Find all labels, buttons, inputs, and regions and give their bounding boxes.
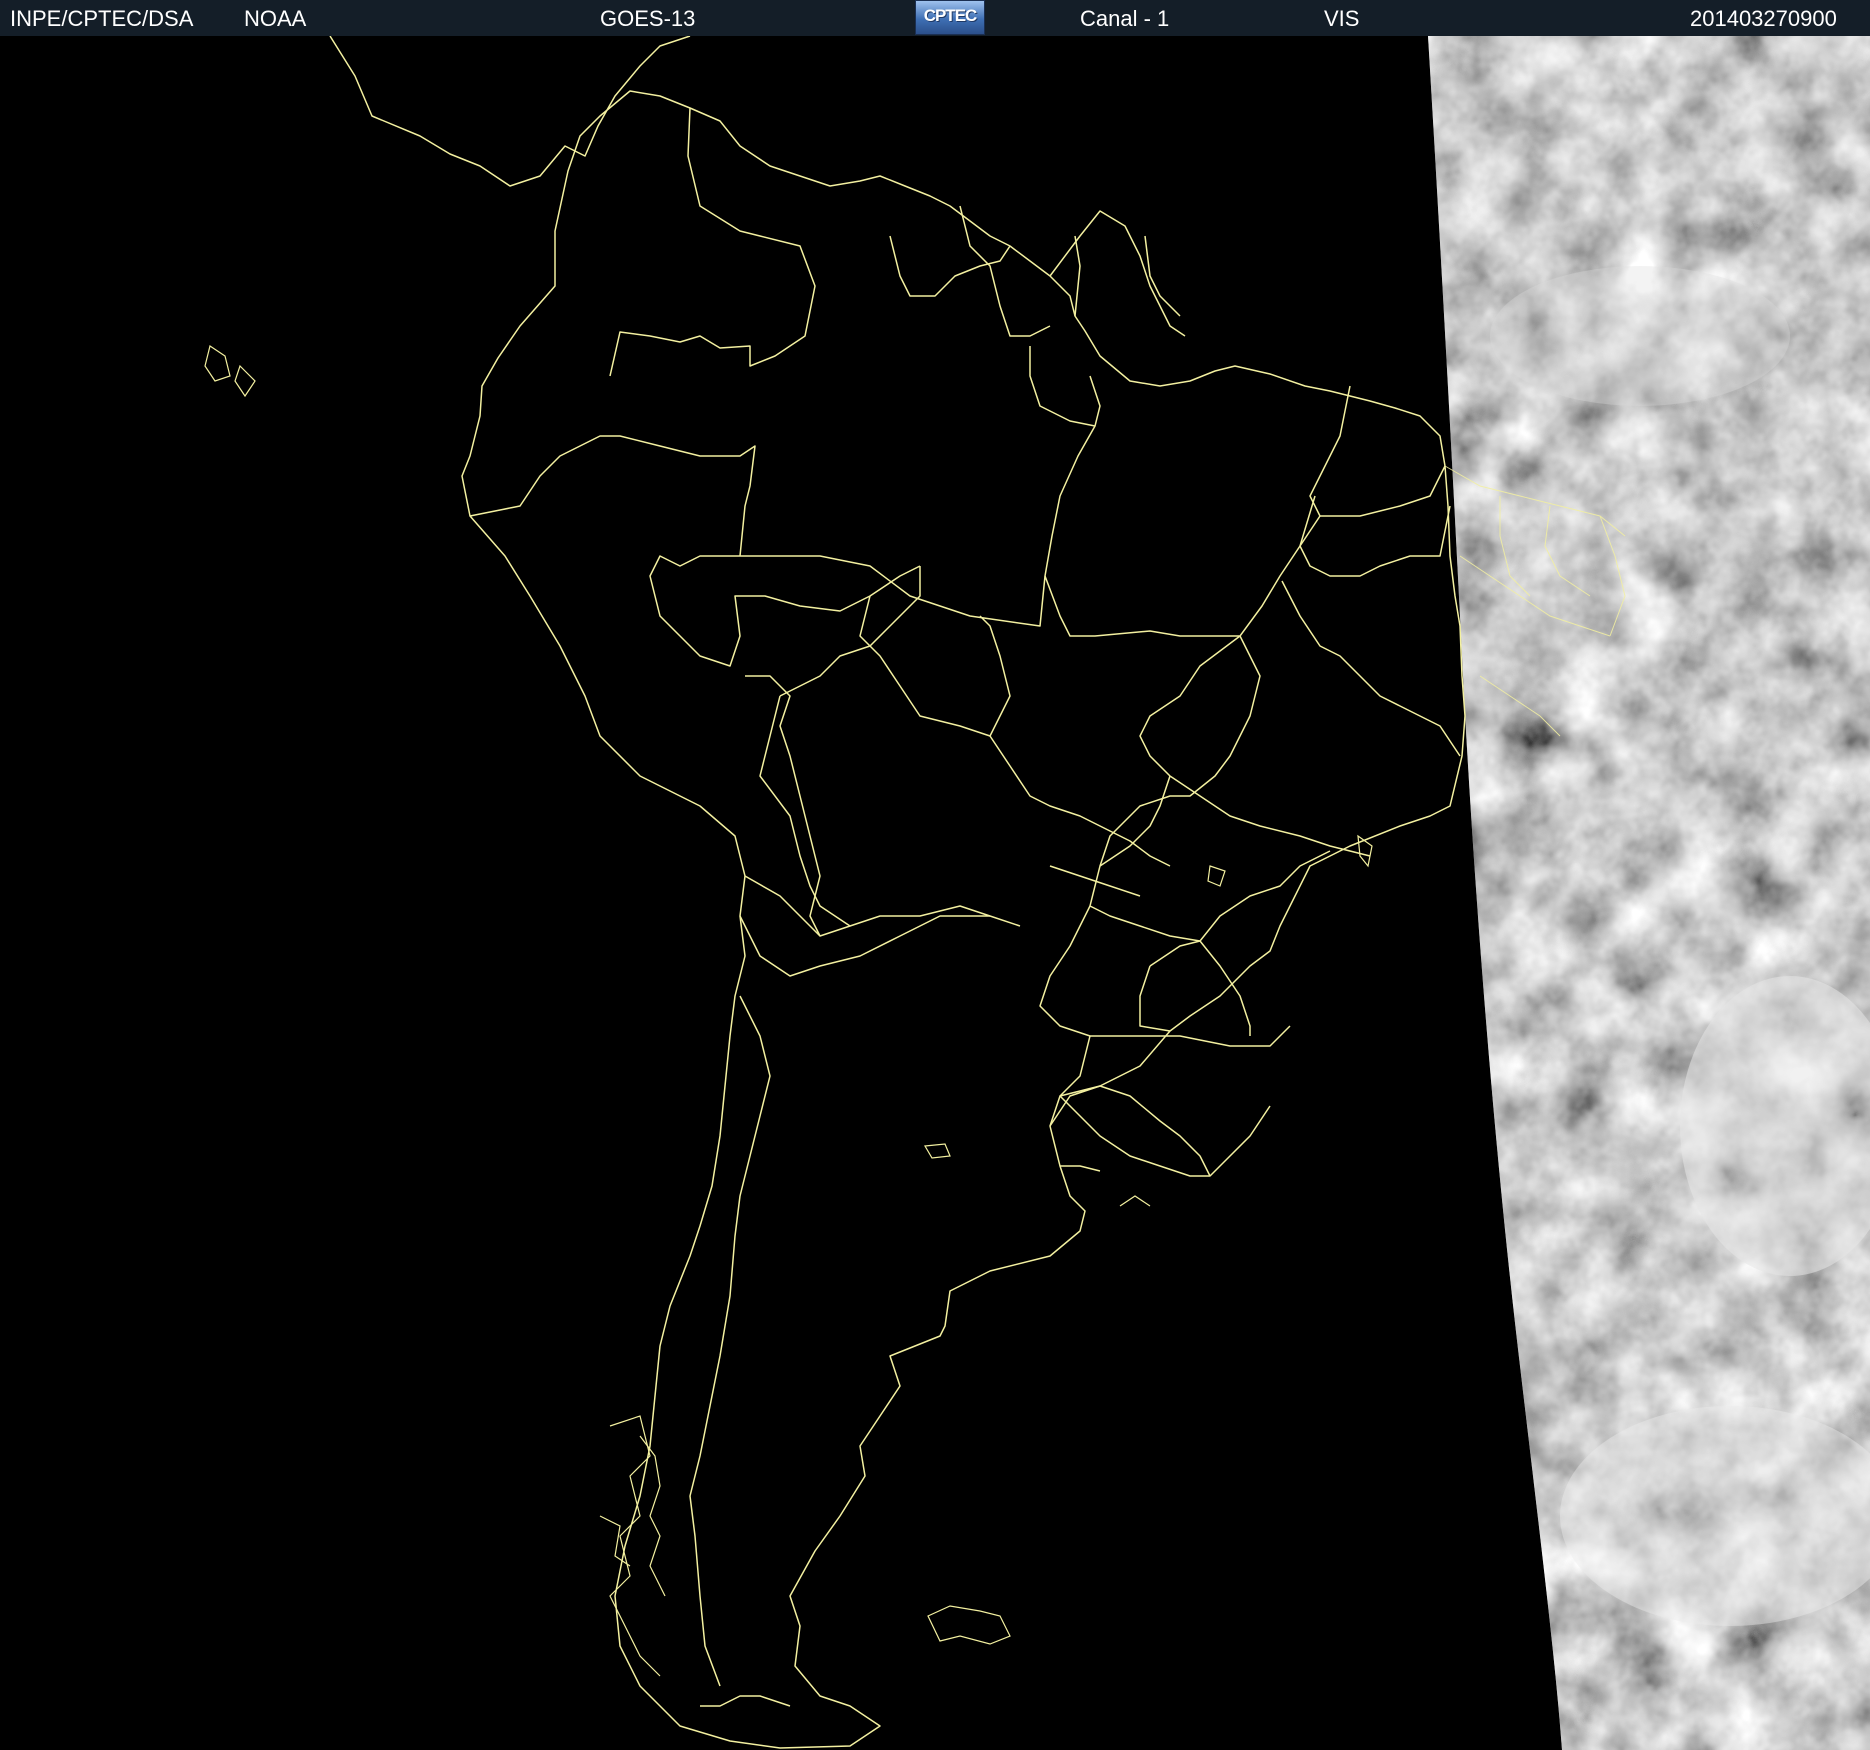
channel-label: Canal - 1 [1080, 6, 1170, 31]
satellite-image [0, 36, 1870, 1750]
timestamp-label: 201403270900 [1690, 6, 1837, 31]
band-label: VIS [1324, 6, 1360, 31]
satellite-label: GOES-13 [600, 6, 696, 31]
cptec-logo: CPTEC [915, 0, 985, 35]
logo-text: CPTEC [923, 6, 978, 25]
agency-label: INPE/CPTEC/DSA [10, 6, 194, 31]
provider-label: NOAA [244, 6, 307, 31]
title-bar: INPE/CPTEC/DSA NOAA GOES-13 CPTEC Canal … [0, 0, 1870, 36]
map-svg [0, 36, 1870, 1750]
